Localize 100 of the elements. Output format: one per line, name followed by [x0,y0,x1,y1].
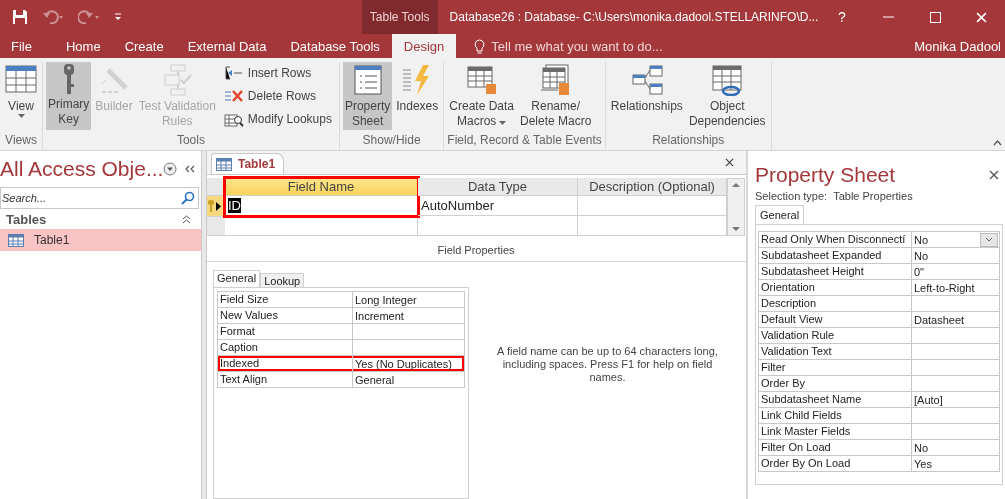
property-name: Filter [759,360,912,375]
property-value[interactable]: Yes (No Duplicates) [353,356,464,371]
table-cell[interactable]: ID [225,196,418,216]
table-icon [216,157,232,171]
shutter-icon[interactable] [185,165,196,173]
property-row[interactable]: Validation Text [758,344,1000,360]
rename-macro-icon [539,64,572,96]
property-name: Format [218,324,353,339]
property-row[interactable]: Filter [758,360,1000,376]
close-icon[interactable] [989,170,999,180]
property-row[interactable]: Subdatasheet Height 0" [758,264,1000,280]
ribbon-button[interactable]: Object Dependencies [686,62,768,130]
property-value[interactable]: No [912,248,999,263]
group-label: Tools [175,133,206,149]
dropdown-circle-icon[interactable] [163,162,178,176]
property-name: Description [759,296,912,311]
search-icon[interactable] [181,191,195,205]
ribbon-button[interactable]: Rename/ Delete Macro [518,62,594,130]
property-value[interactable]: Datasheet [912,312,999,327]
property-name: Order By [759,376,912,391]
property-name: Caption [218,340,353,355]
ribbon-button[interactable]: Delete Rows [223,85,332,106]
table-cell[interactable]: AutoNumber [418,196,578,216]
property-row[interactable]: Link Master Fields [758,424,1000,440]
ribbon-button[interactable]: Insert Rows [223,62,332,83]
ribbon-button[interactable]: Indexes [394,62,441,130]
tab[interactable]: General [213,270,261,287]
property-value[interactable]: No [912,232,999,247]
dropdown-icon[interactable] [985,237,993,242]
property-row[interactable]: Subdatasheet Expanded No [758,248,1000,264]
selection-type-label: Selection type: [755,190,828,202]
property-name: Order By On Load [759,456,912,471]
property-value[interactable]: Increment [353,308,464,323]
property-row[interactable]: Validation Rule [758,328,1000,344]
save-icon[interactable] [12,9,28,25]
property-name: Indexed [218,356,353,371]
group-label: Field, Record & Table Events [447,133,602,149]
column-header: Data Type [418,178,578,196]
ribbon-button[interactable]: Property Sheet [342,62,393,130]
collapse-ribbon-icon[interactable] [993,140,1002,146]
property-name: Subdatasheet Expanded [759,248,912,263]
selection-type-value: Table Properties [833,190,913,202]
pane-title: Property Sheet [755,163,896,187]
ribbon-button[interactable]: Primary Key [46,62,92,130]
empty-cell[interactable] [418,216,578,236]
property-row[interactable]: Link Child Fields [758,408,1000,424]
undo-icon[interactable] [42,10,64,24]
tell-me-field[interactable]: Tell me what you want to do... [491,38,663,54]
property-name: Filter On Load [759,440,912,455]
property-row[interactable]: Orientation Left-to-Right [758,280,1000,296]
property-row[interactable]: Subdatasheet Name [Auto] [758,392,1000,408]
ribbon-button[interactable]: Modify Lookups [223,108,332,129]
property-name: Validation Rule [759,328,912,343]
property-value[interactable]: 0" [912,264,999,279]
key-icon [63,64,74,94]
tab[interactable]: General [755,205,805,224]
property-name: Link Master Fields [759,424,912,439]
ribbon-tab[interactable]: Design [391,34,457,58]
property-row[interactable]: Order By [758,376,1000,392]
nav-group-header[interactable]: Tables [6,211,47,227]
search-field[interactable]: Search... [0,187,199,209]
user-name[interactable]: Monika Dadool [914,34,1005,58]
property-value[interactable]: Yes [912,456,999,471]
document-tab[interactable]: Table1 [211,153,285,174]
ribbon-button[interactable]: Create Data Macros [447,62,516,130]
close-icon[interactable] [725,158,734,167]
scrollbar[interactable] [727,178,745,236]
ribbon-tab[interactable]: Create [112,34,176,58]
help-text: A field name can be up to 64 characters long, including spaces. Press F1 for help on field names. [496,345,719,384]
customize-icon[interactable] [114,13,122,21]
property-row[interactable]: Order By On Load Yes [758,456,1000,472]
nav-item[interactable]: Table1 [0,229,201,251]
key-icon [207,200,216,212]
help-button[interactable]: ? [818,0,866,34]
property-value[interactable]: Long Integer [353,292,464,307]
insert-rows-icon [223,64,244,81]
property-value[interactable]: [Auto] [912,392,999,407]
ribbon-tab[interactable]: File [0,34,54,58]
ribbon-tab[interactable]: External Data [175,34,279,58]
property-row[interactable]: Description [758,296,1000,312]
minimize-icon[interactable] [882,16,894,18]
property-row[interactable]: Read Only When Disconnectí No [758,231,1000,248]
group-label: Views [4,133,38,149]
property-value[interactable]: No [912,440,999,455]
collapse-icon[interactable] [182,214,191,224]
property-value[interactable]: Left-to-Right [912,280,999,295]
property-row[interactable]: Filter On Load No [758,440,1000,456]
tab[interactable]: Lookup [260,273,305,287]
ribbon-button[interactable]: Relationships [608,62,685,130]
ribbon-tab[interactable]: Home [53,34,113,58]
ribbon-button[interactable]: View [3,62,39,130]
ribbon-tab[interactable]: Database Tools [278,34,392,58]
maximize-icon[interactable] [929,11,941,23]
redo-icon[interactable] [78,10,100,24]
property-value[interactable]: General [353,372,464,387]
property-name: Validation Text [759,344,912,359]
group-label: Show/Hide [361,133,422,149]
property-row[interactable]: Default View Datasheet [758,312,1000,328]
property-name: Subdatasheet Height [759,264,912,279]
relationships-icon [630,64,663,96]
